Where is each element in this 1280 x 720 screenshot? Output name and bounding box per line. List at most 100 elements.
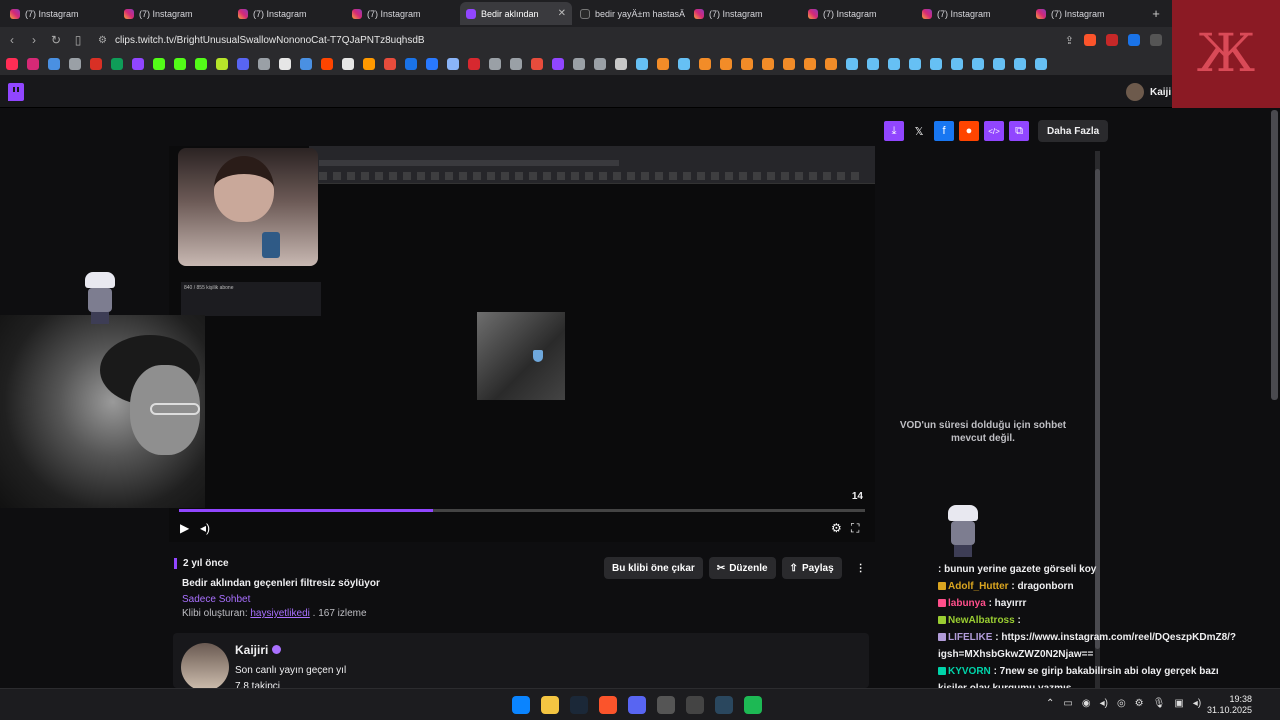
reload-icon[interactable]: ↻ <box>46 33 66 47</box>
back-icon[interactable]: ‹ <box>2 33 22 47</box>
browser-tab[interactable]: bedir yayÄ±m hastasÄ <box>574 2 686 25</box>
bookmark-icon[interactable] <box>300 58 312 70</box>
bookmark-icon[interactable] <box>510 58 522 70</box>
bookmark-icon[interactable] <box>195 58 207 70</box>
bookmark-icon[interactable] <box>69 58 81 70</box>
battery-icon[interactable]: ▭ <box>1063 698 1072 709</box>
channel-avatar[interactable] <box>181 643 229 691</box>
facebook-icon[interactable]: f <box>934 121 954 141</box>
embed-icon[interactable]: </> <box>984 121 1004 141</box>
extension-icon[interactable] <box>1150 33 1162 46</box>
discord-icon[interactable] <box>628 696 646 714</box>
fullscreen-icon[interactable]: ⛶ <box>851 521 859 536</box>
browser-tab[interactable]: (7) Instagram <box>916 2 1028 25</box>
browser-tab[interactable]: (7) Instagram <box>118 2 230 25</box>
bookmark-icon[interactable] <box>657 58 669 70</box>
browser-tab[interactable]: (7) Instagram <box>232 2 344 25</box>
reddit-icon[interactable]: ● <box>959 121 979 141</box>
x-icon[interactable]: 𝕏 <box>909 121 929 141</box>
bookmark-icon[interactable] <box>216 58 228 70</box>
bookmark-icon[interactable] <box>27 58 39 70</box>
chat-username[interactable]: Adolf_Hutter <box>948 581 1009 592</box>
steam-icon[interactable] <box>570 696 588 714</box>
bookmark-icon[interactable] <box>993 58 1005 70</box>
twitch-logo-icon[interactable] <box>8 83 24 101</box>
brave-icon[interactable] <box>599 696 617 714</box>
video-player[interactable]: 840 / 855 kişilik abone 14 ▶ ◂) ⚙ ⛶ <box>169 146 875 542</box>
chat-username[interactable]: labunya <box>948 598 986 609</box>
bookmark-icon[interactable] <box>342 58 354 70</box>
bookmark-icon[interactable] <box>6 58 18 70</box>
category-link[interactable]: Sadece Sohbet <box>182 594 380 605</box>
speaker-icon[interactable]: ◂) <box>1100 698 1108 709</box>
volume-icon[interactable]: ◂) <box>1193 698 1201 709</box>
bookmark-icon[interactable] <box>1014 58 1026 70</box>
user-menu[interactable]: Kaiji <box>1126 83 1171 101</box>
app-tray-icon[interactable]: ◉ <box>1082 698 1091 709</box>
system-clock[interactable]: 19:38 31.10.2025 <box>1206 694 1252 716</box>
chatgpt-icon[interactable] <box>686 696 704 714</box>
bookmark-icon[interactable] <box>447 58 459 70</box>
more-button[interactable]: Daha Fazla <box>1038 120 1109 142</box>
bookmark-icon[interactable] <box>867 58 879 70</box>
bookmark-icon[interactable] <box>615 58 627 70</box>
bookmark-icon[interactable] <box>909 58 921 70</box>
bookmark-icon[interactable] <box>426 58 438 70</box>
bookmark-icon[interactable] <box>1035 58 1047 70</box>
bookmark-icon[interactable] <box>384 58 396 70</box>
share-button[interactable]: ⇧ Paylaş <box>781 557 842 579</box>
bookmark-icon[interactable] <box>678 58 690 70</box>
site-info-icon[interactable]: ⚙ <box>98 35 107 46</box>
download-icon[interactable]: ⤓ <box>884 121 904 141</box>
extension-icon[interactable] <box>1128 33 1140 46</box>
bookmark-icon[interactable] <box>804 58 816 70</box>
settings-tray-icon[interactable]: ⚙ <box>1135 698 1144 709</box>
channel-name[interactable]: Kaijiri <box>235 643 282 657</box>
brave-shields-icon[interactable] <box>1084 33 1096 46</box>
bookmark-icon[interactable] <box>636 58 648 70</box>
share-page-icon[interactable]: ⇪ <box>1065 34 1074 47</box>
microphone-icon[interactable]: 🎙 <box>1153 698 1166 709</box>
bookmark-icon[interactable] <box>153 58 165 70</box>
volume-icon[interactable]: ◂) <box>200 521 210 535</box>
more-options-icon[interactable]: ⋮ <box>848 557 874 579</box>
settings-icon[interactable]: ⚙ <box>831 521 842 535</box>
browser-tab[interactable]: Bedir aklından ✕ <box>460 2 572 25</box>
browser-tab[interactable]: (7) Instagram <box>1030 2 1142 25</box>
bookmark-icon[interactable] <box>762 58 774 70</box>
bookmark-icon[interactable] <box>741 58 753 70</box>
page-scrollbar[interactable] <box>1271 110 1278 688</box>
feature-clip-button[interactable]: Bu klibi öne çıkar <box>604 557 703 579</box>
spotify-icon[interactable] <box>744 696 762 714</box>
bookmark-icon[interactable] <box>363 58 375 70</box>
browser-tab[interactable]: (7) Instagram <box>4 2 116 25</box>
bookmark-icon[interactable] <box>531 58 543 70</box>
bookmark-icon[interactable] <box>846 58 858 70</box>
copy-icon[interactable]: ⧉ <box>1009 121 1029 141</box>
close-icon[interactable]: ✕ <box>558 8 566 19</box>
file-explorer-icon[interactable] <box>541 696 559 714</box>
bookmark-icon[interactable] <box>468 58 480 70</box>
bookmark-icon[interactable] <box>888 58 900 70</box>
bookmark-icon[interactable] <box>48 58 60 70</box>
extension-icon[interactable] <box>1106 33 1118 46</box>
chat-username[interactable]: NewAlbatross <box>948 615 1015 626</box>
browser-tab[interactable]: (7) Instagram <box>346 2 458 25</box>
windows-start-icon[interactable] <box>512 696 530 714</box>
bookmark-icon[interactable] <box>930 58 942 70</box>
bookmark-icon[interactable] <box>405 58 417 70</box>
chat-username[interactable]: LIFELIKE <box>948 632 992 643</box>
steam-tray-icon[interactable]: ◎ <box>1117 698 1126 709</box>
browser-tab[interactable]: (7) Instagram <box>688 2 800 25</box>
bookmark-icon[interactable] <box>720 58 732 70</box>
bookmark-icon[interactable] <box>573 58 585 70</box>
bookmark-icon[interactable] <box>321 58 333 70</box>
bookmark-icon[interactable] <box>783 58 795 70</box>
bookmark-icon[interactable] <box>594 58 606 70</box>
edit-button[interactable]: ✂ Düzenle <box>708 557 776 579</box>
bookmark-icon[interactable] <box>237 58 249 70</box>
bookmark-icon[interactable] <box>951 58 963 70</box>
bookmark-icon[interactable] <box>279 58 291 70</box>
bookmark-icon[interactable] <box>972 58 984 70</box>
bookmark-icon[interactable] <box>111 58 123 70</box>
